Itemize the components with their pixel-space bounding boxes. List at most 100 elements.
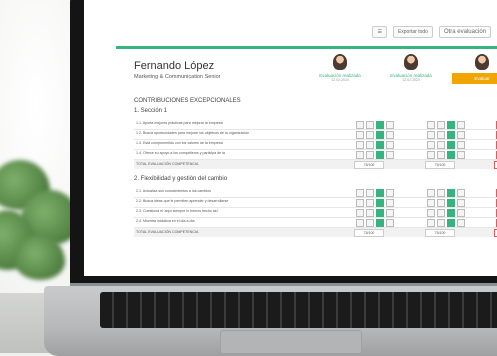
rating-checkbox[interactable] [457,121,465,129]
evaluator-column-2: Evaluación realizada 12.02.2024 [381,54,441,82]
section-title: 2. Flexibilidad y gestión del cambio [134,176,228,182]
column-date: 12.02.2024 [402,78,420,82]
rating-checkbox[interactable] [376,219,384,227]
rating-checkbox[interactable] [386,121,394,129]
rating-checkbox[interactable] [447,131,455,139]
rating-group [356,121,394,129]
competency-row: 1.3. Está comprometido con los valores d… [134,140,497,150]
rating-checkbox[interactable] [356,121,364,129]
rating-checkbox[interactable] [427,121,435,129]
rating-group [427,151,465,159]
rating-checkbox[interactable] [427,189,435,197]
rating-checkbox[interactable] [447,151,455,159]
competency-row: 2.1. Actualiza sus conocimientos a los c… [134,188,497,198]
rating-checkbox[interactable] [386,209,394,217]
rating-checkbox[interactable] [457,209,465,217]
laptop-trackpad [220,330,362,354]
rating-checkbox[interactable] [437,219,445,227]
rating-checkbox[interactable] [356,189,364,197]
evaluate-button[interactable]: Evaluar [452,73,497,84]
rating-group [356,189,394,197]
rating-checkbox[interactable] [437,209,445,217]
rating-checkbox[interactable] [356,219,364,227]
rating-checkbox[interactable] [457,131,465,139]
rating-checkbox[interactable] [356,141,364,149]
rating-checkbox[interactable] [437,189,445,197]
rating-checkbox[interactable] [376,189,384,197]
competency-label: 1.4. Ofrece su apoyo a los compañeros y … [136,151,225,155]
rating-checkbox[interactable] [386,219,394,227]
rating-checkbox[interactable] [366,121,374,129]
competency-label: 1.1. Aporta mejores prácticas para mejor… [136,121,223,125]
rating-checkbox[interactable] [447,189,455,197]
rating-checkbox[interactable] [376,141,384,149]
rating-checkbox[interactable] [366,209,374,217]
rating-group [427,189,465,197]
total-label: TOTAL EVALUACIÓN COMPETENCIA [136,162,199,166]
competency-label: 1.3. Está comprometido con los valores d… [136,141,223,145]
rating-checkbox[interactable] [386,131,394,139]
competency-label: 2.1. Actualiza sus conocimientos a los c… [136,189,211,193]
rating-checkbox[interactable] [427,151,435,159]
toolbar: ☰ Exportar todo Otra evaluación [84,24,497,40]
column-date: 12.02.2024 [331,78,349,82]
rating-checkbox[interactable] [386,199,394,207]
rating-checkbox[interactable] [366,189,374,197]
rating-checkbox[interactable] [427,209,435,217]
rating-checkbox[interactable] [437,121,445,129]
rating-group [356,209,394,217]
competency-row: 1.1. Aporta mejores prácticas para mejor… [134,120,497,130]
rating-group [356,151,394,159]
rating-checkbox[interactable] [457,151,465,159]
rating-checkbox[interactable] [447,209,455,217]
rating-checkbox[interactable] [457,189,465,197]
rating-checkbox[interactable] [376,151,384,159]
rating-group [356,199,394,207]
competency-row: 2.4. Muestra iniciativa en el día a día [134,218,497,228]
menu-icon[interactable]: ☰ [372,26,387,38]
rating-checkbox[interactable] [356,131,364,139]
rating-checkbox[interactable] [386,189,394,197]
other-evaluation-button[interactable]: Otra evaluación [438,26,491,38]
score-box: 75/100 [425,229,455,237]
score-box: 75/100 [354,161,384,169]
rating-checkbox[interactable] [447,219,455,227]
rating-checkbox[interactable] [447,199,455,207]
header-divider [116,46,497,49]
rating-checkbox[interactable] [386,141,394,149]
rating-group [356,131,394,139]
competency-row: 1.2. Busca oportunidades para mejorar lo… [134,130,497,140]
rating-checkbox[interactable] [376,199,384,207]
rating-checkbox[interactable] [386,151,394,159]
rating-checkbox[interactable] [457,141,465,149]
rating-group [427,141,465,149]
rating-checkbox[interactable] [376,121,384,129]
rating-checkbox[interactable] [457,199,465,207]
rating-checkbox[interactable] [437,141,445,149]
competency-row: 2.3. Cuestiona el 'aquí siempre lo hemos… [134,208,497,218]
rating-checkbox[interactable] [437,131,445,139]
rating-checkbox[interactable] [447,141,455,149]
rating-checkbox[interactable] [427,131,435,139]
rating-checkbox[interactable] [356,151,364,159]
export-button[interactable]: Exportar todo [392,26,433,38]
rating-checkbox[interactable] [376,209,384,217]
rating-checkbox[interactable] [366,151,374,159]
rating-checkbox[interactable] [376,131,384,139]
rating-checkbox[interactable] [366,219,374,227]
rating-checkbox[interactable] [457,219,465,227]
rating-checkbox[interactable] [427,219,435,227]
section-title: 1. Sección 1 [134,108,168,114]
rating-checkbox[interactable] [447,121,455,129]
rating-checkbox[interactable] [366,141,374,149]
rating-group [427,131,465,139]
rating-checkbox[interactable] [356,199,364,207]
rating-checkbox[interactable] [427,199,435,207]
rating-checkbox[interactable] [356,209,364,217]
rating-checkbox[interactable] [437,151,445,159]
rating-checkbox[interactable] [366,199,374,207]
rating-checkbox[interactable] [427,141,435,149]
evaluator-column-1: Evaluación realizada 12.02.2024 [310,54,370,82]
rating-checkbox[interactable] [366,131,374,139]
rating-checkbox[interactable] [437,199,445,207]
